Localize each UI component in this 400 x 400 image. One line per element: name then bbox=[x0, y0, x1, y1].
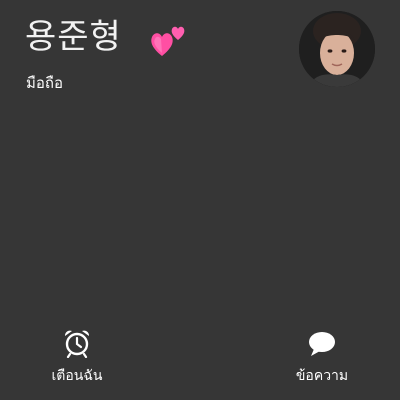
alarm-clock-icon bbox=[64, 330, 90, 358]
incoming-call-screen: 용준형 มือถือ เตือนฉัน ข้อความ bbox=[0, 0, 400, 400]
caller-avatar bbox=[299, 11, 375, 87]
caller-name: 용준형 bbox=[25, 17, 122, 57]
remind-me-button[interactable]: เตือนฉัน bbox=[22, 328, 132, 386]
caller-phone-type: มือถือ bbox=[26, 74, 63, 92]
message-button[interactable]: ข้อความ bbox=[267, 328, 377, 386]
two-hearts-icon bbox=[151, 26, 185, 56]
message-label: ข้อความ bbox=[295, 368, 349, 384]
speech-bubble-icon bbox=[309, 332, 335, 356]
remind-me-label: เตือนฉัน bbox=[51, 368, 103, 384]
